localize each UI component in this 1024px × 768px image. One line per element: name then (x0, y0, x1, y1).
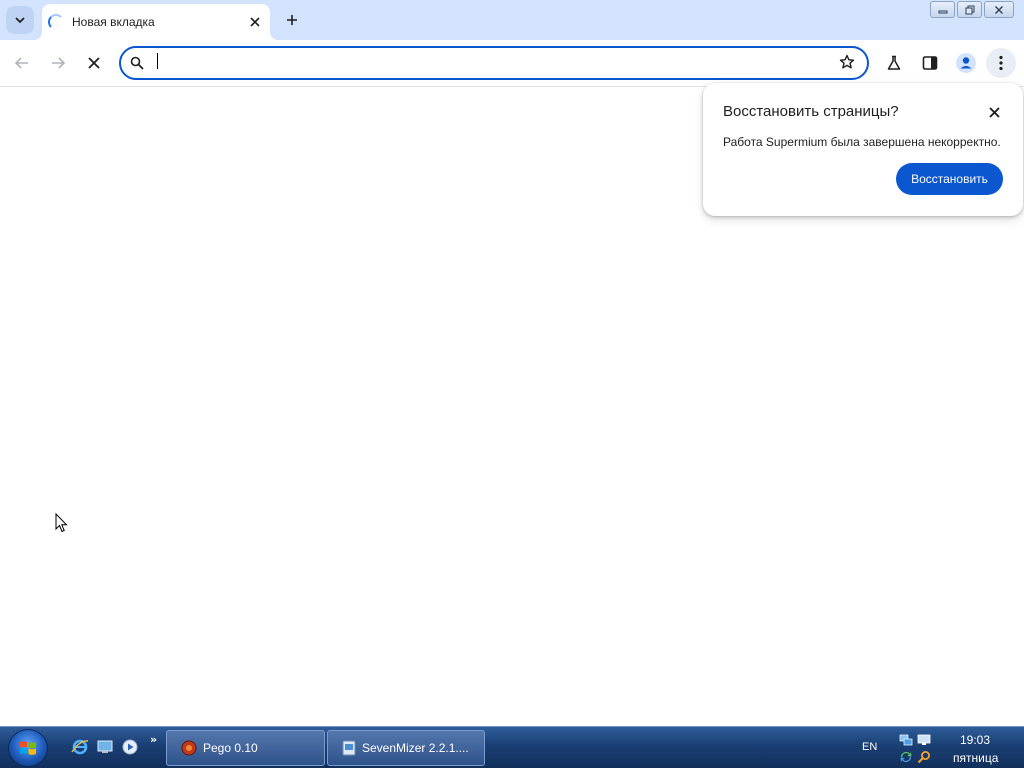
restore-icon (965, 5, 974, 14)
back-button[interactable] (9, 50, 35, 76)
browser-menu-button[interactable] (986, 48, 1016, 78)
new-tab-button[interactable] (280, 8, 304, 32)
text-caret (157, 53, 158, 69)
avatar-icon (956, 53, 976, 73)
taskbar-item-label: SevenMizer 2.2.1.... (362, 741, 469, 755)
dialog-message: Работа Supermium была завершена некоррек… (723, 135, 1001, 149)
flask-icon (887, 55, 901, 70)
clock-day[interactable]: пятница (953, 751, 998, 765)
internet-explorer-quicklaunch[interactable] (71, 738, 89, 756)
clock-time[interactable]: 19:03 (960, 733, 990, 747)
close-icon (88, 57, 100, 69)
tab-search-button[interactable] (6, 6, 34, 34)
tab-title: Новая вкладка (72, 15, 155, 29)
restore-button[interactable] (957, 1, 982, 18)
tab-close-button[interactable] (246, 13, 264, 31)
close-icon (988, 106, 1000, 118)
window-close-button[interactable] (984, 1, 1014, 18)
side-panel-button[interactable] (917, 50, 943, 76)
address-input[interactable] (153, 52, 823, 74)
tab-strip: Новая вкладка (0, 0, 1024, 40)
minimize-button[interactable] (930, 1, 955, 18)
media-player-icon (122, 739, 138, 755)
language-indicator[interactable]: EN (862, 741, 877, 753)
quicklaunch-overflow-icon[interactable]: » (150, 733, 157, 746)
windows-logo-icon (20, 741, 36, 755)
plus-icon (287, 15, 297, 25)
search-tray-icon[interactable] (917, 750, 931, 764)
desktop-icon (97, 740, 113, 753)
show-desktop-quicklaunch[interactable] (96, 738, 114, 756)
taskbar-item-pego[interactable]: Pego 0.10 (166, 730, 325, 766)
star-icon (839, 54, 855, 69)
taskbar-item-sevenmizer[interactable]: SevenMizer 2.2.1.... (327, 730, 485, 766)
pego-app-icon (181, 740, 197, 756)
mouse-cursor-icon (55, 513, 68, 533)
taskbar: » Pego 0.10 SevenMizer 2.2.1.... EN 19:0… (0, 726, 1024, 768)
close-icon (250, 17, 260, 27)
internet-explorer-icon (71, 739, 89, 755)
network-tray-icon[interactable] (899, 733, 913, 747)
sevenmizer-app-icon (342, 740, 356, 756)
dialog-title: Восстановить страницы? (723, 103, 899, 120)
tab-active[interactable]: Новая вкладка (42, 4, 270, 40)
side-panel-icon (922, 56, 938, 70)
loading-spinner-icon (48, 14, 64, 30)
restore-pages-dialog: Восстановить страницы? Работа Supermium … (703, 83, 1023, 216)
window-controls (930, 1, 1014, 18)
arrow-right-icon (52, 57, 66, 69)
forward-button[interactable] (45, 50, 71, 76)
dialog-close-button[interactable] (985, 103, 1003, 121)
browser-toolbar (0, 40, 1024, 87)
monitor-tray-icon[interactable] (917, 733, 931, 747)
update-tray-icon[interactable] (899, 750, 913, 764)
address-bar[interactable] (119, 46, 869, 80)
minimize-icon (938, 10, 947, 13)
kebab-menu-icon (999, 55, 1003, 71)
bookmark-star-button[interactable] (839, 54, 855, 74)
arrow-left-icon (14, 57, 28, 69)
labs-button[interactable] (881, 50, 907, 76)
start-button[interactable] (8, 729, 48, 767)
chevron-down-icon (15, 17, 25, 24)
search-icon (130, 55, 144, 74)
profile-button[interactable] (953, 50, 979, 76)
stop-loading-button[interactable] (81, 50, 107, 76)
close-icon (995, 5, 1003, 14)
taskbar-item-label: Pego 0.10 (203, 741, 258, 755)
media-player-quicklaunch[interactable] (121, 738, 139, 756)
restore-button[interactable]: Восстановить (896, 163, 1003, 195)
